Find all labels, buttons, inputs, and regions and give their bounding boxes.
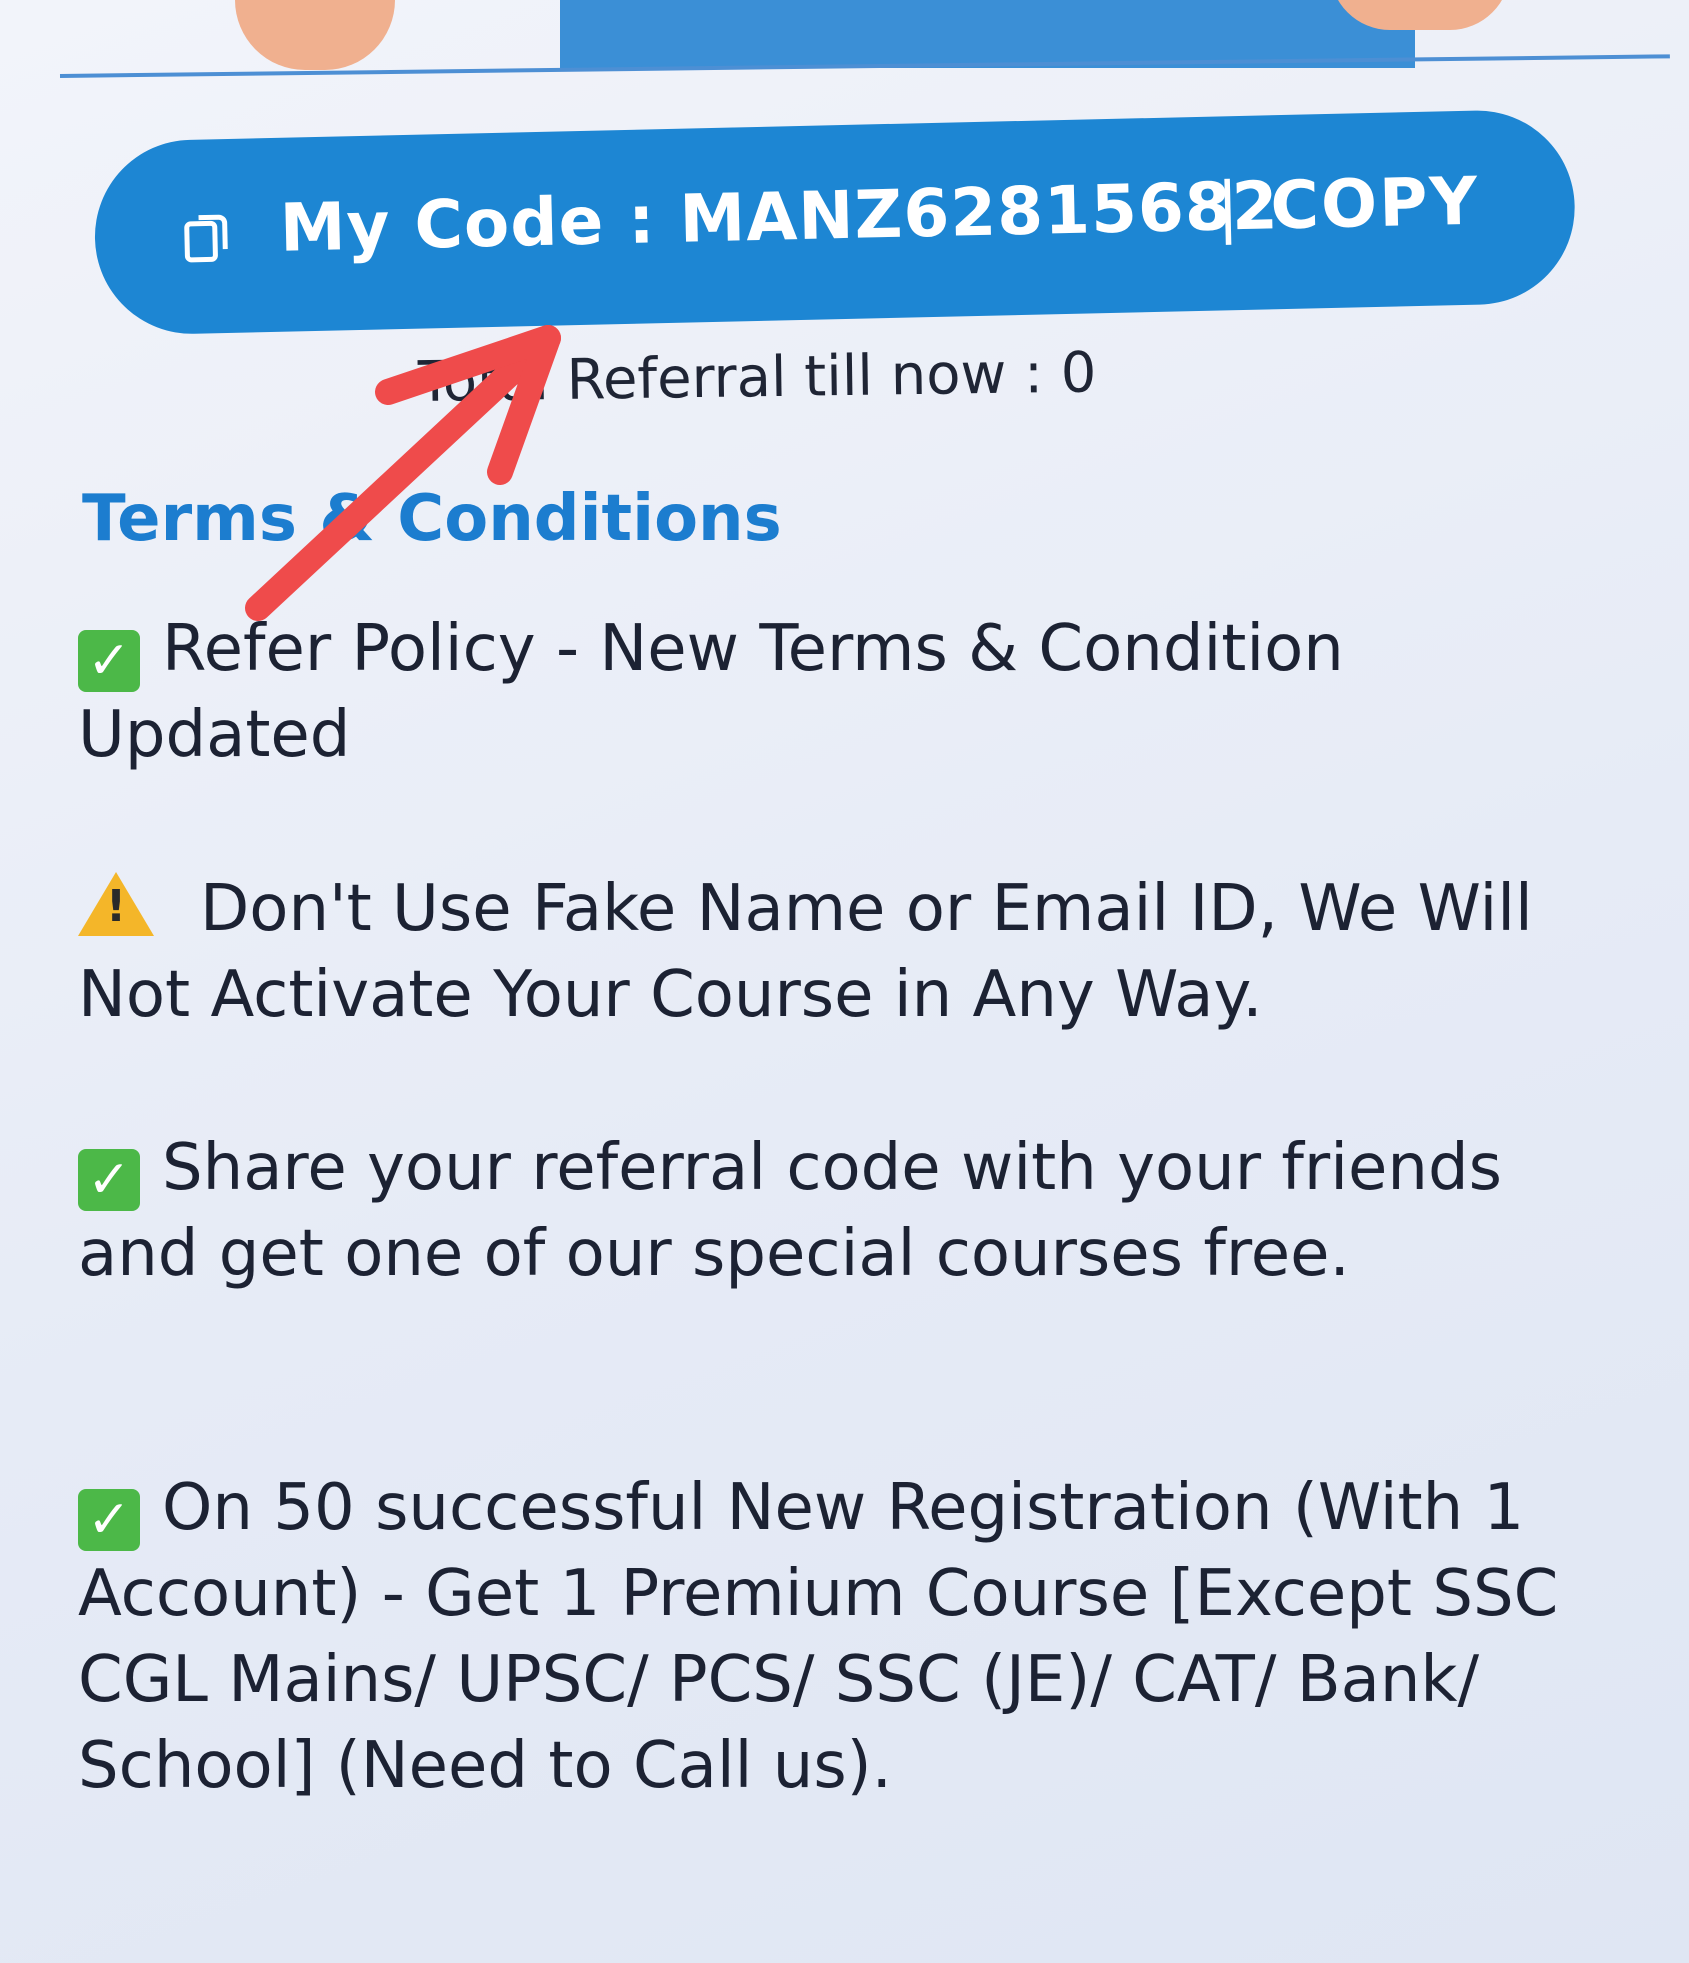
screen: My Code : MANZ62815682 | COPY Total Refe…	[0, 0, 1689, 1963]
total-referral-count: Total Referral till now : 0	[417, 340, 1097, 415]
check-mark-icon: ✓	[78, 630, 140, 692]
terms-item-text: Share your referral code with your frien…	[78, 1131, 1502, 1291]
warning-icon: !	[78, 872, 154, 936]
illustration-hand-left	[235, 0, 395, 70]
copy-referral-code-button[interactable]: My Code : MANZ62815682 | COPY	[92, 108, 1577, 336]
terms-item: ✓ On 50 successful New Registration (With…	[78, 1465, 1608, 1809]
check-mark-icon: ✓	[78, 1149, 140, 1211]
copy-icon	[184, 214, 228, 263]
terms-item-text: Refer Policy - New Terms & Condition Upd…	[78, 612, 1344, 772]
pill-separator: |	[1215, 168, 1240, 246]
terms-heading: Terms & Conditions	[82, 482, 782, 556]
copy-button-label[interactable]: COPY	[1270, 163, 1480, 245]
terms-item: ! Don't Use Fake Name or Email ID, We Wil…	[78, 866, 1558, 1038]
check-mark-icon: ✓	[78, 1489, 140, 1551]
illustration-panel	[560, 0, 1415, 68]
terms-item: ✓ Share your referral code with your frie…	[78, 1125, 1558, 1297]
terms-item-text: On 50 successful New Registration (With …	[78, 1471, 1559, 1803]
terms-item-text: Don't Use Fake Name or Email ID, We Will…	[78, 872, 1533, 1032]
referral-code-label: My Code : MANZ62815682	[278, 167, 1280, 267]
banner-illustration	[0, 0, 1689, 84]
terms-item: ✓ Refer Policy - New Terms & Condition Up…	[78, 606, 1558, 778]
